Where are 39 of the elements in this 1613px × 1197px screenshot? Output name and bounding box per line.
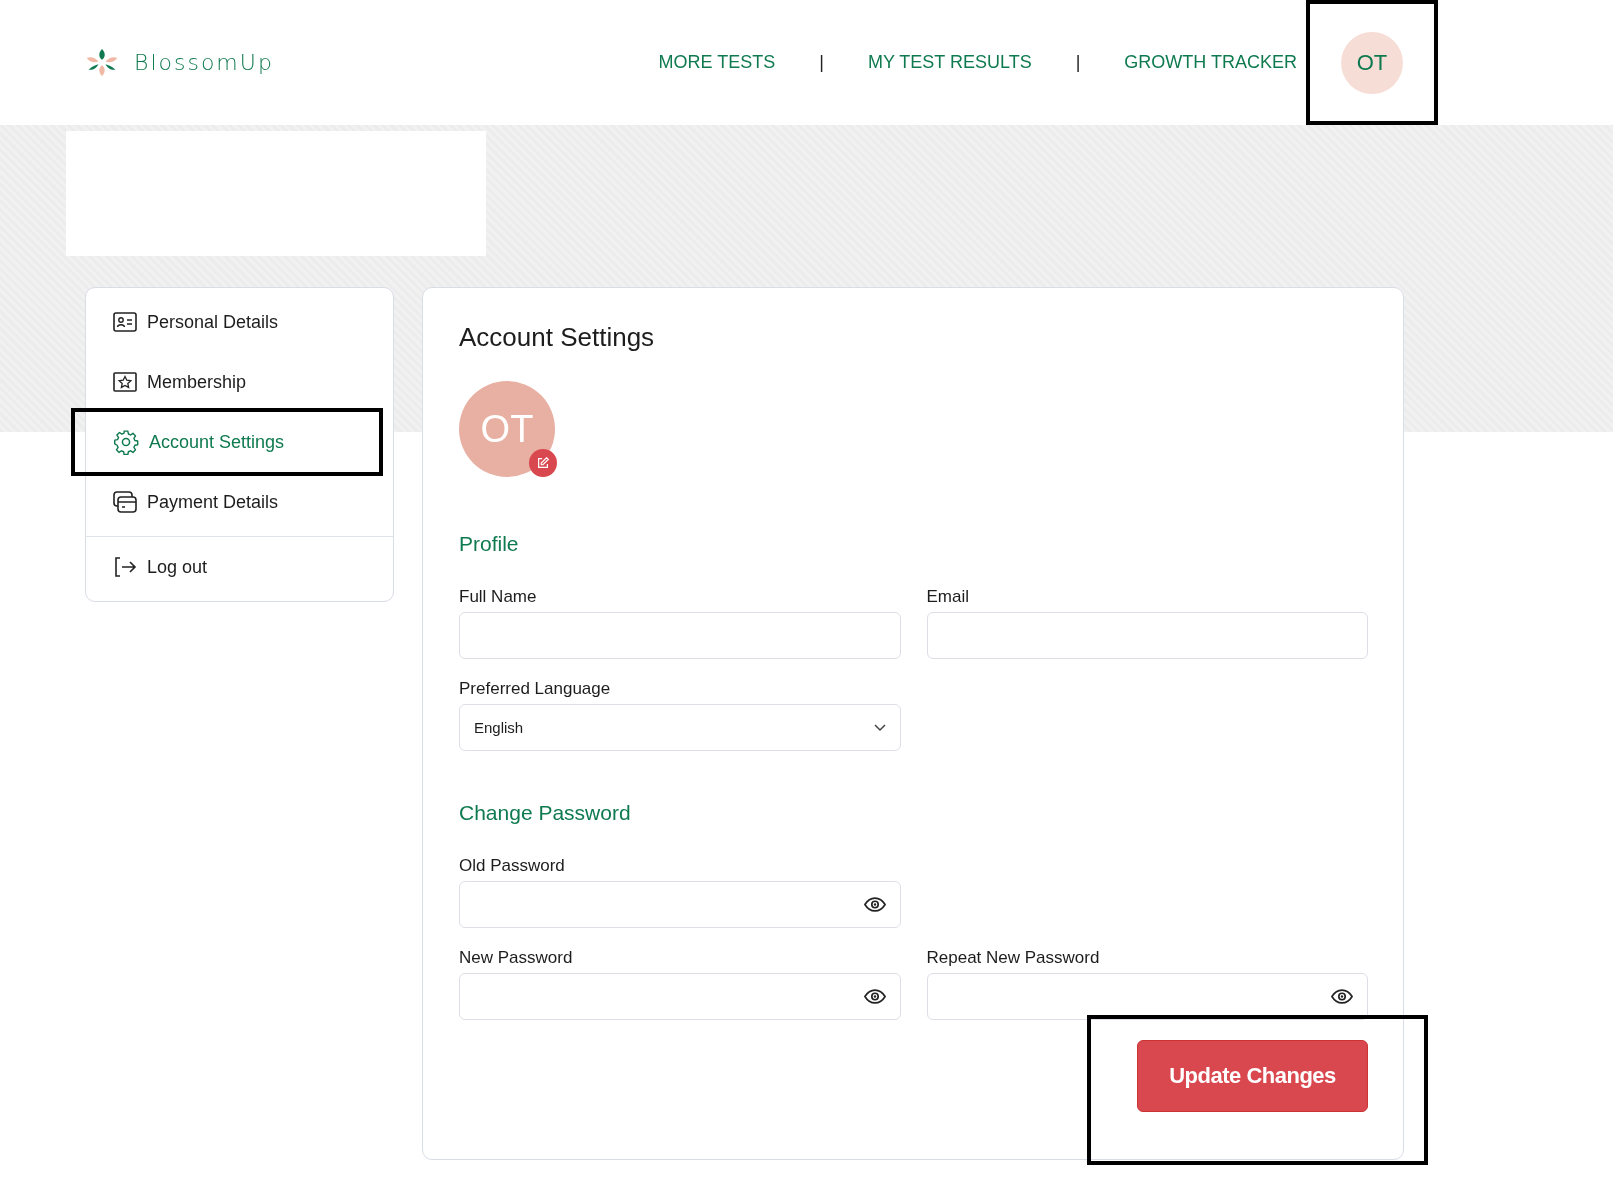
id-card-icon [113,312,137,332]
field-label: Email [926,587,970,607]
nav-link[interactable]: GROWTH TRACKER [1124,52,1297,73]
language-dropdown[interactable]: English [459,704,901,751]
eye-icon[interactable] [863,989,886,1004]
field-label: Preferred Language [459,679,612,699]
eye-icon[interactable] [864,897,886,912]
nav-link[interactable]: MORE TESTS [658,52,776,73]
sidebar-item[interactable]: Personal Details [86,292,393,352]
field-label: Full Name [459,587,538,607]
sidebar-item[interactable]: Account Settings [86,412,379,472]
settings-icon [113,429,139,455]
text-field[interactable] [459,612,901,659]
user-avatar[interactable]: OT [1341,31,1403,94]
chevron-down-icon [874,723,886,732]
edit-icon[interactable] [529,449,557,477]
nav-link[interactable]: MY TEST RESULTS [867,52,1032,73]
password-field[interactable] [926,973,1368,1020]
update-button[interactable]: Update Changes [1137,1040,1368,1112]
text-field[interactable] [926,612,1368,659]
password-field[interactable] [459,881,901,928]
field-label: New Password [459,948,574,968]
nav-separator: | [1075,52,1081,73]
section-heading: Change Password [459,801,632,825]
sidebar-item[interactable]: Payment Details [86,472,393,532]
sidebar-item[interactable]: Log out [86,537,393,597]
flower-logo-icon [84,47,120,78]
logo-text[interactable]: BlossomUp [134,50,274,75]
logout-icon [113,556,137,578]
avatar-initials: OT [480,407,534,451]
nav-separator: | [819,52,824,73]
section-heading: Profile [459,532,520,556]
eye-icon[interactable] [1331,989,1353,1004]
cards-icon [113,491,137,513]
field-label: Old Password [459,856,566,876]
password-field[interactable] [459,973,901,1020]
page-title: Account Settings [459,322,656,353]
sidebar-item[interactable]: Membership [86,352,393,412]
field-label: Repeat New Password [926,948,1101,968]
